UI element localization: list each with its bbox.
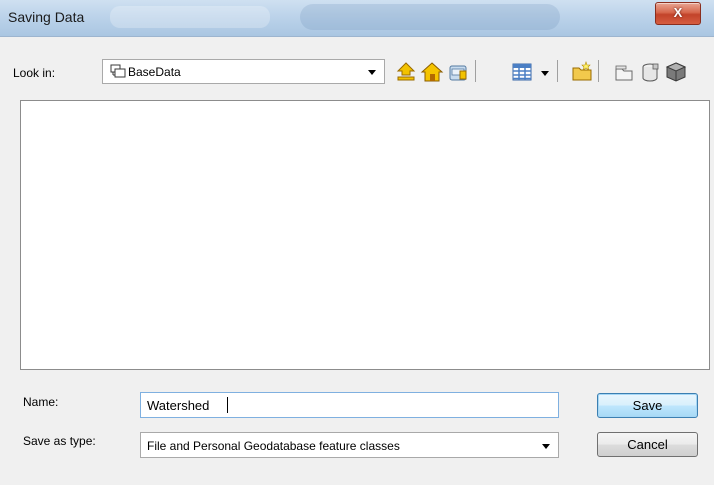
titlebar-glass xyxy=(300,4,560,30)
folder-connection-icon xyxy=(110,64,126,78)
catalog-options-icon[interactable] xyxy=(664,60,688,84)
connect-folder-icon[interactable] xyxy=(446,60,470,84)
save-dialog: Saving Data X Look in: BaseData Name: Wa… xyxy=(0,0,714,485)
up-one-level-icon[interactable] xyxy=(394,60,418,84)
chevron-down-icon xyxy=(368,70,376,75)
dialog-title: Saving Data xyxy=(8,9,85,25)
title-bar[interactable]: Saving Data X xyxy=(0,0,714,37)
new-folder-icon[interactable] xyxy=(570,60,594,84)
chevron-down-icon xyxy=(542,444,550,449)
look-in-value: BaseData xyxy=(128,65,181,79)
look-in-label: Look in: xyxy=(13,66,56,80)
file-list[interactable] xyxy=(20,100,710,370)
toolbar-separator xyxy=(475,60,476,82)
save-button[interactable]: Save xyxy=(597,393,698,418)
titlebar-glass xyxy=(110,6,270,28)
save-as-type-value: File and Personal Geodatabase feature cl… xyxy=(147,439,400,453)
save-as-type-label: Save as type: xyxy=(23,434,96,448)
home-icon[interactable] xyxy=(420,60,444,84)
save-as-type-dropdown[interactable]: File and Personal Geodatabase feature cl… xyxy=(140,432,559,458)
close-icon: X xyxy=(673,5,683,20)
name-input[interactable] xyxy=(140,392,559,418)
close-button[interactable]: X xyxy=(655,2,701,25)
view-menu-chevron-icon[interactable] xyxy=(541,71,549,76)
cancel-button[interactable]: Cancel xyxy=(597,432,698,457)
view-details-icon[interactable] xyxy=(510,60,534,84)
look-in-dropdown[interactable]: BaseData xyxy=(102,59,385,84)
name-label: Name: xyxy=(23,395,59,409)
toolbar-separator xyxy=(557,60,558,82)
toolbar-separator xyxy=(598,60,599,82)
new-file-geodatabase-icon[interactable] xyxy=(612,60,636,84)
new-personal-geodatabase-icon[interactable] xyxy=(638,60,662,84)
text-caret xyxy=(227,397,228,413)
